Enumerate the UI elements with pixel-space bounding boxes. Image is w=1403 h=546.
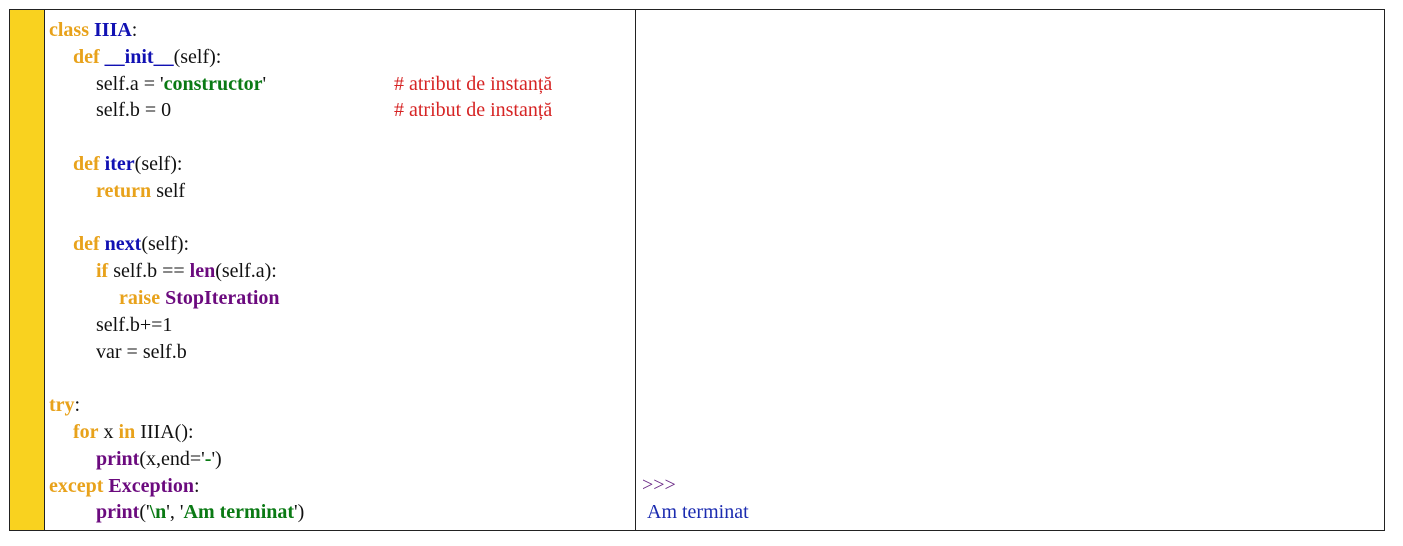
keyword: except (49, 474, 104, 497)
code-line: if self.b == len(self.a): (49, 258, 304, 285)
code-text: (x,end=' (139, 447, 205, 470)
class-name: IIIA (94, 19, 132, 41)
code-line: def next(self): (49, 231, 304, 258)
keyword: return (96, 179, 152, 202)
code-text: self.b == (108, 260, 190, 283)
keyword: class (49, 19, 89, 41)
code-table: class IIIA: def __init__(self): self.a =… (9, 9, 1385, 531)
code-text: (self.a): (215, 260, 277, 283)
code-line: self.a = 'constructor' # atribut de insta… (49, 71, 552, 98)
code-text: : (74, 394, 81, 417)
code-text: : (193, 474, 200, 497)
code-line: def iter(self): (49, 151, 304, 178)
code-text: x (98, 420, 119, 443)
code-text: : (131, 19, 138, 41)
function-name: next (104, 233, 142, 256)
output-column: >>> Am terminat (636, 10, 1384, 530)
code-line: print('\n', 'Am terminat') (49, 499, 304, 526)
exception-name: Exception (108, 474, 194, 497)
string-literal: Am terminat (183, 501, 295, 524)
code-text: var = self.b (96, 340, 187, 363)
code-line: except Exception: (49, 473, 304, 500)
code-line: print(x,end='-') (49, 446, 304, 473)
code-text: self.b+=1 (96, 313, 173, 336)
console-result: Am terminat (647, 500, 749, 523)
code-text: (' (139, 501, 150, 524)
console-prompt: >>> (642, 474, 676, 496)
code-comment: # atribut de instanță (394, 72, 553, 95)
code-text: ') (294, 501, 305, 524)
code-line: var = self.b (49, 339, 304, 366)
keyword: for (73, 420, 99, 443)
code-line: self.b = 0 # atribut de instanță (49, 97, 552, 124)
keyword: def (73, 45, 100, 68)
builtin-function: print (96, 501, 140, 524)
code-line: return self (49, 178, 304, 205)
code-line: raise StopIteration (49, 285, 304, 312)
keyword: def (73, 152, 100, 175)
code-comment: # atribut de instanță (394, 99, 553, 122)
function-name: __init__ (104, 45, 174, 68)
code-text: ', ' (166, 501, 184, 524)
code-block: class IIIA: def __init__(self): self.a =… (49, 17, 552, 526)
code-text: (self): (134, 152, 183, 175)
code-text: self (151, 179, 186, 202)
code-line: class IIIA: (49, 17, 304, 44)
code-text: ') (211, 447, 222, 470)
exception-name: StopIteration (165, 286, 280, 309)
code-column: class IIIA: def __init__(self): self.a =… (45, 10, 636, 530)
code-line: def __init__(self): (49, 44, 304, 71)
code-line: for x in IIIA(): (49, 419, 304, 446)
string-literal: \n (149, 501, 167, 524)
code-line: self.b+=1 (49, 312, 304, 339)
string-literal: constructor (163, 72, 263, 95)
code-text: (self): (141, 233, 190, 256)
keyword: try (49, 394, 75, 417)
code-text: self.a = ' (96, 72, 164, 95)
builtin-function: print (96, 447, 140, 470)
code-text: self.b = 0 (96, 99, 172, 122)
keyword: if (96, 260, 109, 283)
builtin-function: len (189, 260, 216, 283)
code-text: IIIA(): (135, 420, 194, 443)
accent-stripe (10, 10, 45, 530)
code-line: try: (49, 392, 304, 419)
console-output: >>> Am terminat (642, 472, 749, 526)
keyword: raise (119, 286, 161, 309)
function-name: iter (104, 152, 135, 175)
code-text: ' (262, 72, 267, 95)
keyword: in (118, 420, 136, 443)
code-text: (self): (173, 45, 222, 68)
keyword: def (73, 233, 100, 256)
